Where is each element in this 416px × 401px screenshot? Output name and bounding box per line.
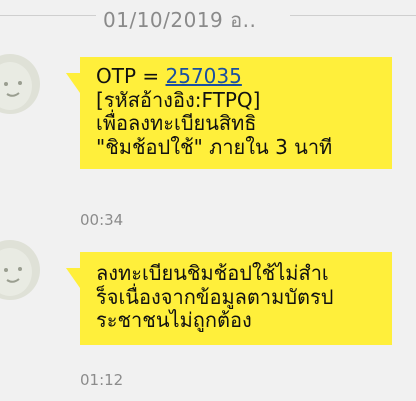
sender-avatar[interactable]	[0, 54, 40, 114]
sender-avatar[interactable]	[0, 240, 40, 300]
bubble-tail	[66, 73, 80, 93]
separator-line-right	[290, 15, 416, 16]
default-avatar-icon	[0, 248, 32, 296]
separator-line-left	[0, 15, 96, 16]
message-bubble[interactable]: OTP = 257035 [รหัสอ้างอิง:FTPQ] เพื่อลงท…	[66, 57, 392, 169]
otp-line: OTP = 257035	[96, 64, 382, 89]
date-separator: 01/10/2019 อ..	[0, 0, 416, 32]
message-line: [รหัสอ้างอิง:FTPQ]	[96, 87, 261, 112]
message-bubble[interactable]: ลงทะเบียนชิมช้อปใช้ไม่สำเ ร็จเนื่องจากข้…	[66, 252, 392, 345]
message-timestamp: 00:34	[80, 211, 124, 229]
otp-code-link[interactable]: 257035	[166, 64, 242, 88]
message-line: "ชิมช้อปใช้" ภายใน 3 นาที	[96, 134, 333, 159]
date-separator-text: 01/10/2019 อ..	[103, 8, 257, 32]
message-line: ลงทะเบียนชิมช้อปใช้ไม่สำเ	[96, 261, 329, 285]
default-avatar-icon	[0, 62, 32, 110]
message-line: ร็จเนื่องจากข้อมูลตามบัตรป	[96, 284, 334, 309]
message-timestamp: 01:12	[80, 371, 124, 389]
message-line: เพื่อลงทะเบียนสิทธิ	[96, 111, 257, 135]
bubble-tail	[66, 268, 80, 288]
otp-prefix: OTP =	[96, 64, 166, 88]
message-line: ระชาชนไม่ถูกต้อง	[96, 308, 252, 332]
